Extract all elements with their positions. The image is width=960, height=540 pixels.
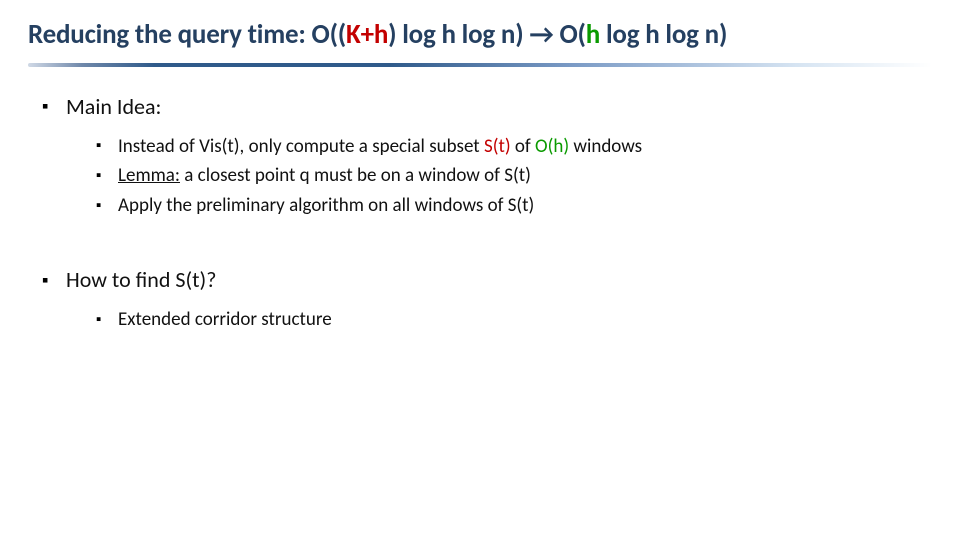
sub2-rest: a closest point q must be on a window of… <box>180 164 531 187</box>
title-kplush: K+h <box>346 18 388 51</box>
title-arrow: → <box>529 18 553 51</box>
title-text-2: ) log h log n) <box>388 18 529 51</box>
bullet-list-level1: How to find S(t)? Extended corridor stru… <box>42 266 928 333</box>
ext-text: Extended corridor structure <box>118 308 332 331</box>
bullet-list-level1: Main Idea: Instead of Vis(t), only compu… <box>42 93 928 219</box>
sub1-st: S(t) <box>484 135 511 158</box>
sub1-c: windows <box>569 135 642 158</box>
sub1-b: of <box>511 135 535 158</box>
main-idea-label: Main Idea: <box>66 93 161 120</box>
slide-title: Reducing the query time: O((K+h) log h l… <box>28 18 932 53</box>
list-item: Apply the preliminary algorithm on all w… <box>96 193 928 219</box>
list-item: Extended corridor structure <box>96 307 928 333</box>
spacer <box>42 232 928 266</box>
title-text-3: O( <box>554 18 586 51</box>
list-item: Instead of Vis(t), only compute a specia… <box>96 134 928 160</box>
title-text-1: Reducing the query time: O(( <box>28 18 346 51</box>
howto-label: How to find S(t)? <box>66 266 216 293</box>
sub1-oh: O(h) <box>535 135 569 158</box>
list-item: How to find S(t)? Extended corridor stru… <box>42 266 928 333</box>
title-text-4: log h log n) <box>600 18 727 51</box>
sub2-lemma: Lemma: <box>118 164 180 187</box>
bullet-list-level2: Extended corridor structure <box>96 307 928 333</box>
slide: { "title": { "t1": "Reducing the query t… <box>0 0 960 540</box>
title-h: h <box>586 18 600 51</box>
list-item: Lemma: a closest point q must be on a wi… <box>96 163 928 189</box>
sub1-a: Instead of Vis(t), only compute a specia… <box>118 135 484 158</box>
sub3-text: Apply the preliminary algorithm on all w… <box>118 194 534 217</box>
bullet-list-level2: Instead of Vis(t), only compute a specia… <box>96 134 928 219</box>
list-item: Main Idea: Instead of Vis(t), only compu… <box>42 93 928 219</box>
slide-body: Main Idea: Instead of Vis(t), only compu… <box>28 67 932 334</box>
